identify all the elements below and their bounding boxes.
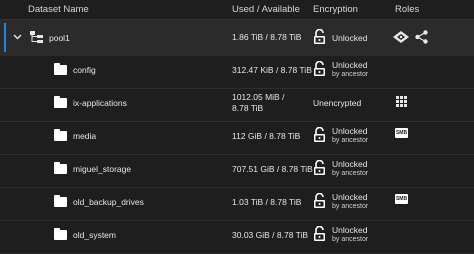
encryption-status-label: Unlocked <box>332 225 368 235</box>
dataset-name: media <box>73 131 97 141</box>
encryption-status-sub: by ancestor <box>332 236 369 243</box>
used-available: 1.03 TiB / 8.78 TiB <box>232 197 302 207</box>
dataset-row-config[interactable]: config 312.47 KiB / 8.78 TiB Unlocked by… <box>0 53 474 89</box>
encryption-status: Unlocked by ancestor <box>332 159 368 179</box>
encryption-status-sub: by ancestor <box>332 71 369 78</box>
dataset-name: pool1 <box>49 33 70 43</box>
encryption-status: Unlocked by ancestor <box>332 225 368 245</box>
unlocked-icon <box>314 160 325 175</box>
used-available: 1012.05 MiB / 8.78 TiB <box>232 92 284 114</box>
pool-tree-icon <box>30 31 43 43</box>
used-available: 312.47 KiB / 8.78 TiB <box>232 65 312 75</box>
smb-share-icon[interactable]: SMB <box>395 194 408 204</box>
encryption-status: Unencrypted <box>313 98 362 108</box>
apps-grid-icon[interactable] <box>396 96 407 107</box>
column-dataset-name[interactable]: Dataset Name <box>28 4 89 15</box>
dataset-row-old-system[interactable]: old_system 30.03 GiB / 8.78 TiB Unlocked… <box>0 218 474 254</box>
chevron-down-icon[interactable] <box>13 34 22 40</box>
encryption-status-label: Unlocked <box>332 60 368 70</box>
unlocked-icon <box>314 226 325 241</box>
folder-icon <box>54 129 67 141</box>
column-roles[interactable]: Roles <box>395 4 419 15</box>
dataset-name: old_backup_drives <box>73 197 144 207</box>
dataset-row-ix-applications[interactable]: ix-applications 1012.05 MiB / 8.78 TiB U… <box>0 86 474 122</box>
unlocked-icon <box>314 193 325 208</box>
dataset-name: config <box>73 65 96 75</box>
used-available: 707.51 GiB / 8.78 TiB <box>232 164 313 174</box>
encryption-status-label: Unlocked <box>332 159 368 169</box>
encryption-status-sub: by ancestor <box>332 203 369 210</box>
table-header: Dataset Name Used / Available Encryption… <box>0 0 474 20</box>
encryption-status: Unlocked <box>332 33 368 43</box>
used-available: 1.86 TiB / 8.78 TiB <box>232 32 302 42</box>
dataset-row-old-backup-drives[interactable]: old_backup_drives 1.03 TiB / 8.78 TiB Un… <box>0 185 474 221</box>
encryption-status: Unlocked by ancestor <box>332 60 368 80</box>
encryption-status: Unlocked by ancestor <box>332 126 368 146</box>
used-available: 30.03 GiB / 8.78 TiB <box>232 230 309 240</box>
used-available: 112 GiB / 8.78 TiB <box>232 131 301 141</box>
used-available-line2: 8.78 TiB <box>232 103 264 113</box>
encryption-status: Unlocked by ancestor <box>332 192 368 212</box>
folder-icon <box>54 228 67 240</box>
folder-icon <box>54 63 67 75</box>
encryption-status-sub: by ancestor <box>332 137 369 144</box>
unlocked-icon <box>314 29 325 44</box>
unlocked-icon <box>314 61 325 76</box>
dataset-row-miguel-storage[interactable]: miguel_storage 707.51 GiB / 8.78 TiB Unl… <box>0 152 474 188</box>
folder-icon <box>54 162 67 174</box>
encryption-status-sub: by ancestor <box>332 170 369 177</box>
column-used-available[interactable]: Used / Available <box>232 4 300 15</box>
folder-icon <box>54 96 67 108</box>
dataset-row-pool1[interactable]: pool1 1.86 TiB / 8.78 TiB Unlocked <box>0 20 474 56</box>
folder-icon <box>54 195 67 207</box>
used-available-line1: 1012.05 MiB / <box>232 92 285 102</box>
dataset-name: miguel_storage <box>73 164 132 174</box>
dataset-row-media[interactable]: media 112 GiB / 8.78 TiB Unlocked by anc… <box>0 119 474 155</box>
vm-icon[interactable] <box>393 31 409 43</box>
unlocked-icon <box>314 127 325 142</box>
share-icon[interactable] <box>415 30 428 44</box>
column-encryption[interactable]: Encryption <box>313 4 358 15</box>
encryption-status-label: Unlocked <box>332 126 368 136</box>
dataset-name: ix-applications <box>73 98 127 108</box>
dataset-name: old_system <box>73 230 116 240</box>
smb-share-icon[interactable]: SMB <box>395 128 408 138</box>
encryption-status-label: Unlocked <box>332 192 368 202</box>
